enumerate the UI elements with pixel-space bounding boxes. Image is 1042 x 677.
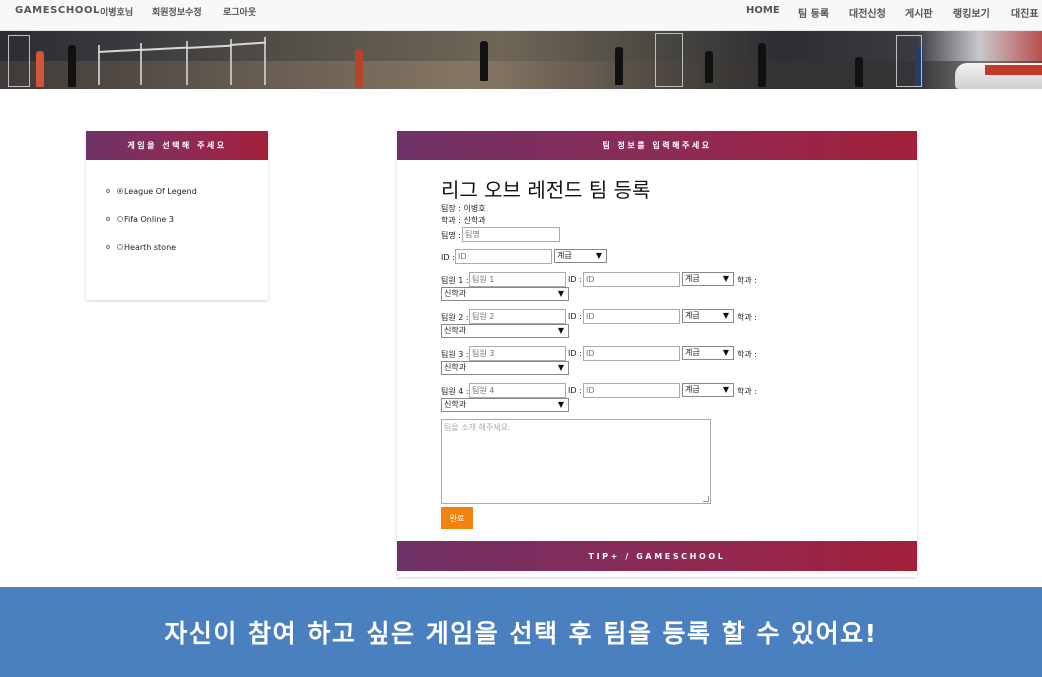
member1-name-input[interactable] [469, 272, 566, 287]
nav-ranking[interactable]: 랭킹보기 [953, 5, 990, 20]
game-option-hearthstone[interactable]: Hearth stone [106, 233, 268, 261]
member1-id-label: ID : [568, 275, 582, 284]
dropdown-arrow-icon: ▼ [557, 400, 564, 409]
nav-board[interactable]: 게시판 [905, 5, 933, 20]
nav-team-register[interactable]: 팀 등록 [798, 5, 829, 20]
game-list: League Of Legend Fifa Online 3 Hearth st… [86, 160, 268, 261]
member4-tier-select[interactable]: 계급 ▼ [682, 383, 734, 397]
leader-id-input[interactable] [455, 249, 552, 264]
member2-major-select[interactable]: 신학과 ▼ [441, 324, 569, 338]
select-value: 계급 [685, 385, 700, 394]
team-form-panel: 팀 정보를 입력해주세요 리그 오브 레전드 팀 등록 팀장 : 이병호 학과 … [397, 131, 917, 577]
list-bullet-icon [106, 189, 110, 193]
select-value: 신학과 [444, 400, 467, 409]
member3-label: 팀원 3 : [441, 350, 469, 359]
caption-text: 자신이 참여 하고 싶은 게임을 선택 후 팀을 등록 할 수 있어요! [164, 619, 878, 648]
leader-id-label: ID : [441, 253, 455, 262]
team-intro-textarea[interactable]: 팀을 소개 해주세요. [441, 419, 711, 504]
dropdown-arrow-icon: ▼ [595, 251, 602, 260]
select-value: 계급 [685, 311, 700, 320]
team-name-label: 팀명 : [441, 231, 461, 240]
hero-banner-image [0, 31, 1042, 89]
list-bullet-icon [106, 245, 110, 249]
nav-bracket[interactable]: 대진표 [1011, 5, 1039, 20]
nav-user-name[interactable]: 이병호님 [100, 5, 133, 18]
leader-major-line: 학과 : 신학과 [441, 216, 486, 225]
select-value: 신학과 [444, 289, 467, 298]
nav-logout[interactable]: 로그아웃 [223, 5, 256, 18]
textarea-placeholder: 팀을 소개 해주세요. [444, 423, 511, 432]
dropdown-arrow-icon: ▼ [722, 274, 729, 283]
member3-id-input[interactable] [583, 346, 680, 361]
brand-logo[interactable]: GAMESCHOOL [15, 5, 100, 16]
form-panel-footer: TIP+ / GAMESCHOOL [397, 541, 917, 571]
game-option-label: Fifa Online 3 [124, 214, 174, 224]
nav-match-apply[interactable]: 대전신청 [849, 5, 886, 20]
member2-tier-select[interactable]: 계급 ▼ [682, 309, 734, 323]
team-name-input[interactable] [462, 227, 560, 242]
dropdown-arrow-icon: ▼ [557, 326, 564, 335]
member4-name-input[interactable] [469, 383, 566, 398]
submit-button[interactable]: 완료 [441, 507, 473, 529]
top-navbar: GAMESCHOOL 이병호님 회원정보수정 로그아웃 HOME 팀 등록 대전… [0, 0, 1042, 31]
member2-id-input[interactable] [583, 309, 680, 324]
form-title: 리그 오브 레전드 팀 등록 [441, 178, 651, 202]
member4-major-select[interactable]: 신학과 ▼ [441, 398, 569, 412]
member1-tier-select[interactable]: 계급 ▼ [682, 272, 734, 286]
select-value: 계급 [685, 274, 700, 283]
radio-unchecked-icon[interactable] [117, 244, 123, 250]
select-value: 신학과 [444, 363, 467, 372]
leader-tier-select[interactable]: 계급 ▼ [554, 249, 607, 263]
caption-banner: 자신이 참여 하고 싶은 게임을 선택 후 팀을 등록 할 수 있어요! [0, 587, 1042, 677]
select-value: 신학과 [444, 326, 467, 335]
member4-id-label: ID : [568, 386, 582, 395]
nav-home[interactable]: HOME [746, 5, 780, 16]
team-leader-line: 팀장 : 이병호 [441, 204, 486, 213]
dropdown-arrow-icon: ▼ [557, 363, 564, 372]
dropdown-arrow-icon: ▼ [722, 348, 729, 357]
member3-id-label: ID : [568, 349, 582, 358]
member3-name-input[interactable] [469, 346, 566, 361]
game-panel-header: 게임을 선택해 주세요 [86, 131, 268, 160]
dropdown-arrow-icon: ▼ [722, 385, 729, 394]
radio-unchecked-icon[interactable] [117, 216, 123, 222]
member2-id-label: ID : [568, 312, 582, 321]
member4-id-input[interactable] [583, 383, 680, 398]
select-value: 계급 [557, 251, 572, 260]
member3-tier-select[interactable]: 계급 ▼ [682, 346, 734, 360]
member3-major-label: 학과 : [737, 350, 757, 359]
member4-major-label: 학과 : [737, 387, 757, 396]
nav-edit-profile[interactable]: 회원정보수정 [152, 5, 202, 18]
dropdown-arrow-icon: ▼ [722, 311, 729, 320]
game-option-lol[interactable]: League Of Legend [106, 177, 268, 205]
member3-major-select[interactable]: 신학과 ▼ [441, 361, 569, 375]
member2-name-input[interactable] [469, 309, 566, 324]
member4-label: 팀원 4 : [441, 387, 469, 396]
member1-label: 팀원 1 : [441, 276, 469, 285]
dropdown-arrow-icon: ▼ [557, 289, 564, 298]
list-bullet-icon [106, 217, 110, 221]
form-panel-header: 팀 정보를 입력해주세요 [397, 131, 917, 160]
resize-grip-icon[interactable] [703, 496, 709, 502]
game-option-fifa[interactable]: Fifa Online 3 [106, 205, 268, 233]
game-option-label: League Of Legend [124, 186, 197, 196]
member2-label: 팀원 2 : [441, 313, 469, 322]
member2-major-label: 학과 : [737, 313, 757, 322]
radio-checked-icon[interactable] [117, 188, 123, 194]
member1-major-select[interactable]: 신학과 ▼ [441, 287, 569, 301]
member1-id-input[interactable] [583, 272, 680, 287]
select-value: 계급 [685, 348, 700, 357]
game-select-panel: 게임을 선택해 주세요 League Of Legend Fifa Online… [86, 131, 268, 300]
game-option-label: Hearth stone [124, 242, 177, 252]
member1-major-label: 학과 : [737, 276, 757, 285]
